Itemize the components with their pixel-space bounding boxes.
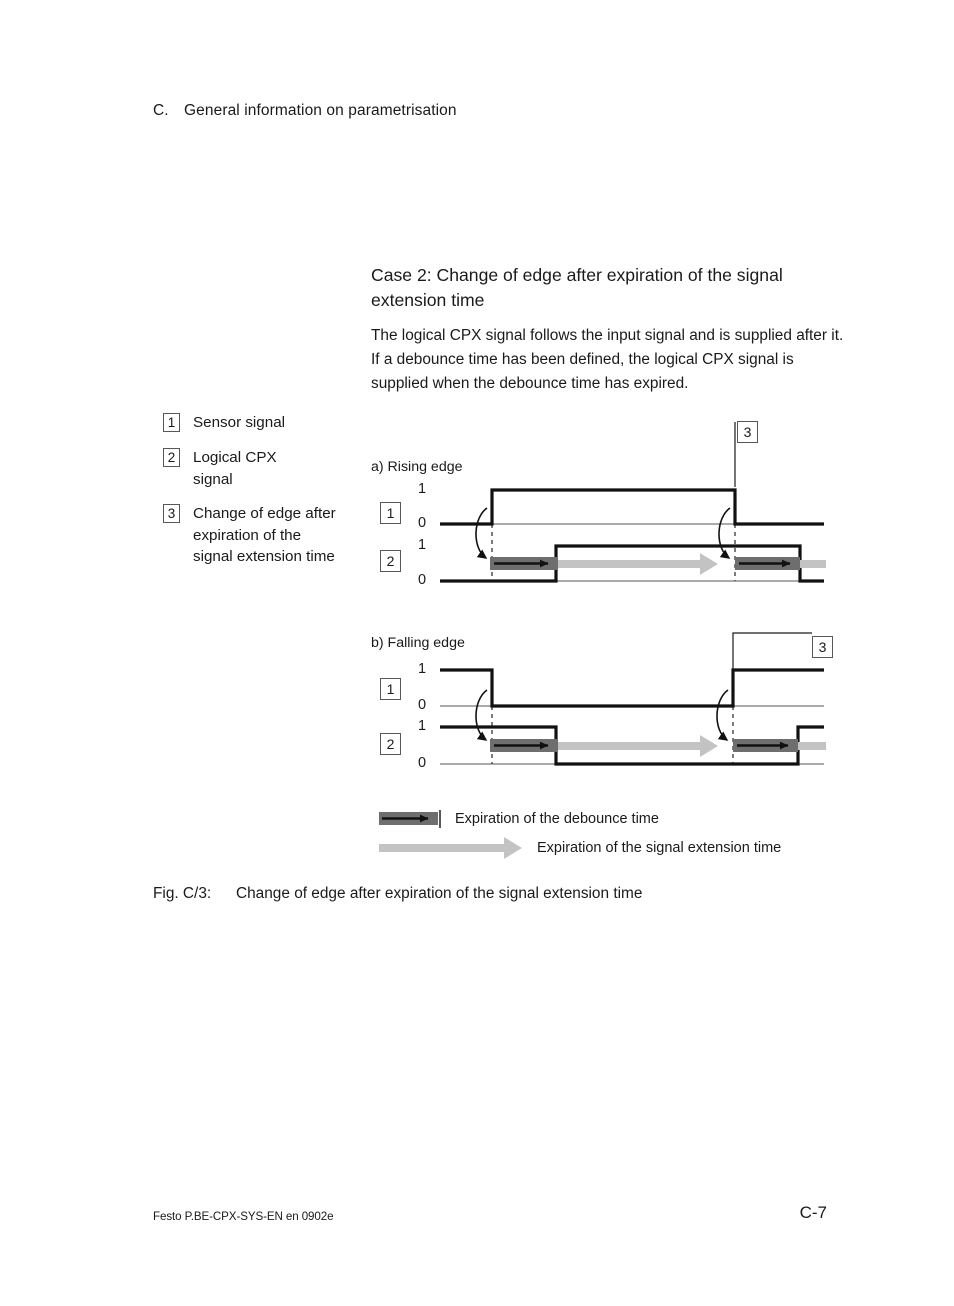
legend-item-label: Logical CPX signal bbox=[193, 449, 277, 488]
figure-number: Fig. C/3: bbox=[153, 885, 212, 902]
legend-item: 1 Sensor signal bbox=[163, 412, 363, 434]
running-head: C. General information on parametrisation bbox=[153, 102, 457, 120]
diagram-signal-box-2: 2 bbox=[380, 550, 401, 572]
debounce-arrow bbox=[490, 739, 558, 752]
legend-item: 3 Change of edge after expiration of the… bbox=[163, 503, 363, 568]
arrow-legend-label-debounce: Expiration of the debounce time bbox=[455, 811, 659, 827]
running-head-title: General information on parametrisation bbox=[184, 102, 457, 119]
axis-label-low: 0 bbox=[418, 572, 427, 588]
timing-diagram-figure bbox=[0, 0, 954, 1306]
diagram-signal-box-1: 1 bbox=[380, 678, 401, 700]
axis-label-low: 0 bbox=[418, 697, 427, 713]
debounce-arrow bbox=[490, 557, 558, 570]
axis-label-high: 1 bbox=[418, 537, 427, 553]
transition-curve-arrow bbox=[475, 689, 488, 741]
extension-arrow-sample bbox=[379, 837, 522, 859]
debounce-arrow bbox=[733, 739, 798, 752]
signal1-waveform bbox=[440, 668, 824, 708]
signal2-waveform bbox=[440, 725, 824, 766]
document-page: C. General information on parametrisation… bbox=[0, 0, 954, 1306]
callout-box-3: 3 bbox=[737, 421, 758, 443]
diagram-falling-edge bbox=[440, 632, 826, 766]
arrow-legend-label-extension: Expiration of the signal extension time bbox=[537, 840, 782, 856]
legend-number-box: 1 bbox=[163, 413, 180, 432]
figure-caption: Fig. C/3: Change of edge after expiration… bbox=[153, 885, 642, 903]
axis-label-low: 0 bbox=[418, 515, 427, 531]
callout-leader-line bbox=[732, 632, 812, 706]
legend-number-box: 2 bbox=[163, 448, 180, 467]
legend-item: 2 Logical CPX signal bbox=[163, 447, 363, 490]
signal2-waveform bbox=[440, 544, 824, 583]
callout-box-3: 3 bbox=[812, 636, 833, 658]
signal-extension-arrow bbox=[558, 735, 718, 757]
axis-label-high: 1 bbox=[418, 718, 427, 734]
axis-label-low: 0 bbox=[418, 755, 427, 771]
diagram-signal-box-1: 1 bbox=[380, 502, 401, 524]
case-heading: Case 2: Change of edge after expiration … bbox=[371, 265, 783, 310]
running-head-label: C. bbox=[153, 102, 169, 119]
figure-legend: 1 Sensor signal 2 Logical CPX signal 3 C… bbox=[163, 412, 363, 581]
debounce-arrow-sample bbox=[379, 810, 441, 828]
diagram-rising-edge bbox=[440, 422, 826, 583]
footer-document-id: Festo P.BE-CPX-SYS-EN en 0902e bbox=[153, 1210, 334, 1223]
signal-extension-arrow bbox=[558, 553, 718, 575]
transition-curve-arrow bbox=[716, 689, 729, 741]
signal-extension-arrow bbox=[800, 560, 826, 568]
axis-label-high: 1 bbox=[418, 661, 427, 677]
legend-item-label: Sensor signal bbox=[193, 414, 286, 431]
transition-curve-arrow bbox=[718, 507, 731, 559]
case-body-text: The logical CPX signal follows the input… bbox=[371, 327, 844, 393]
legend-item-label: Change of edge after expiration of the s… bbox=[193, 505, 336, 565]
diagram-signal-box-2: 2 bbox=[380, 733, 401, 755]
debounce-arrow bbox=[735, 557, 800, 570]
figure-caption-text: Change of edge after expiration of the s… bbox=[236, 885, 643, 902]
diagram-title-falling-edge: b) Falling edge bbox=[371, 635, 465, 651]
footer-page-number: C-7 bbox=[799, 1203, 827, 1222]
signal1-waveform bbox=[440, 488, 824, 526]
transition-curve-arrow bbox=[475, 507, 488, 559]
diagram-title-rising-edge: a) Rising edge bbox=[371, 459, 463, 475]
legend-number-box: 3 bbox=[163, 504, 180, 523]
axis-label-high: 1 bbox=[418, 481, 427, 497]
signal-extension-arrow bbox=[798, 742, 826, 750]
